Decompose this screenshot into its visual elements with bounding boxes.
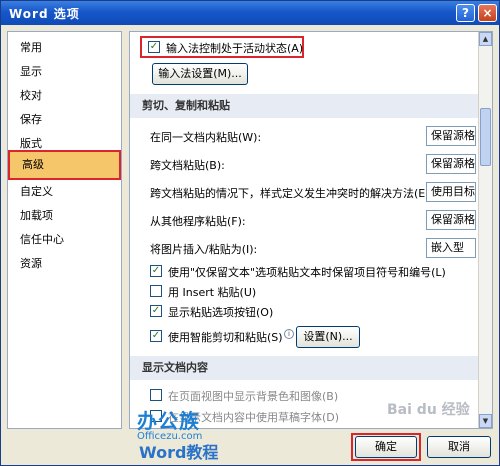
ime-checkbox[interactable]: ✓ xyxy=(148,41,160,53)
info-icon: i xyxy=(284,329,294,339)
background-color-label: 在页面视图中显示背景色和图像(B) xyxy=(168,390,339,403)
picture-paste-dropdown[interactable]: 嵌入型 xyxy=(426,238,476,258)
section-show-document-content: 显示文档内容 xyxy=(130,356,479,380)
section-cut-copy-paste: 剪切、复制和粘贴 xyxy=(130,94,479,118)
main-scrollbar[interactable]: ▲ ▼ xyxy=(478,32,492,428)
scroll-up-icon[interactable]: ▲ xyxy=(479,32,492,46)
title-bar: Word 选项 ? × xyxy=(1,1,499,25)
watermark-baidu: Bai du 经验 xyxy=(387,402,470,418)
scroll-down-icon[interactable]: ▼ xyxy=(479,414,492,428)
sidebar-item-resources[interactable]: 资源 xyxy=(8,252,121,276)
sidebar-item-customize[interactable]: 自定义 xyxy=(8,180,121,204)
advanced-options-panel: ✓ 输入法控制处于活动状态(A) 输入法设置(M)... 剪切、复制和粘贴 在同… xyxy=(129,31,493,429)
ime-checkbox-label: 输入法控制处于活动状态(A) xyxy=(166,42,304,55)
insert-paste-checkbox[interactable] xyxy=(150,285,162,297)
sidebar-item-addins[interactable]: 加载项 xyxy=(8,204,121,228)
smart-cut-paste-checkbox[interactable]: ✓ xyxy=(150,330,162,342)
smart-paste-settings-button[interactable]: 设置(N)... xyxy=(296,326,360,348)
background-color-checkbox[interactable] xyxy=(150,389,162,401)
paste-other-program-dropdown[interactable]: 保留源格式 xyxy=(426,210,476,230)
options-sidebar: 常用 显示 校对 保存 版式 高级 自定义 加载项 信任中心 资源 xyxy=(7,31,122,429)
sidebar-item-common[interactable]: 常用 xyxy=(8,36,121,60)
help-button[interactable]: ? xyxy=(456,4,475,22)
word-options-window: Word 选项 ? × 常用 显示 校对 保存 版式 高级 自定义 加载项 信任… xyxy=(0,0,500,466)
window-title: Word 选项 xyxy=(9,7,80,21)
watermark-brand-logo: 办公族 xyxy=(137,409,200,433)
cancel-button[interactable]: 取消 xyxy=(427,436,491,458)
sidebar-item-advanced[interactable]: 高级 xyxy=(8,150,121,180)
sidebar-item-proofing[interactable]: 校对 xyxy=(8,84,121,108)
paste-same-doc-label: 在同一文档内粘贴(W): xyxy=(150,131,262,144)
ime-settings-button[interactable]: 输入法设置(M)... xyxy=(152,63,248,85)
paste-cross-doc-dropdown[interactable]: 保留源格式 xyxy=(426,154,476,174)
sidebar-item-display[interactable]: 显示 xyxy=(8,60,121,84)
sidebar-item-save[interactable]: 保存 xyxy=(8,108,121,132)
smart-cut-paste-label: 使用智能剪切和粘贴(S) xyxy=(168,331,283,344)
watermark-caption: Word教程 xyxy=(139,443,219,462)
paste-other-program-label: 从其他程序粘贴(F): xyxy=(150,215,246,228)
paste-same-doc-dropdown[interactable]: 保留源格式 xyxy=(426,126,476,146)
insert-paste-label: 用 Insert 粘贴(U) xyxy=(168,286,257,299)
picture-paste-label: 将图片插入/粘贴为(I): xyxy=(150,243,258,256)
sidebar-item-trust-center[interactable]: 信任中心 xyxy=(8,228,121,252)
paste-options-checkbox[interactable]: ✓ xyxy=(150,305,162,317)
ok-button[interactable]: 确定 xyxy=(355,436,417,458)
keep-bullets-label: 使用"仅保留文本"选项粘贴文本时保留项目符号和编号(L) xyxy=(168,266,446,279)
scroll-thumb[interactable] xyxy=(480,108,491,166)
paste-cross-doc-label: 跨文档粘贴(B): xyxy=(150,159,225,172)
paste-options-label: 显示粘贴选项按钮(O) xyxy=(168,306,274,319)
keep-bullets-checkbox[interactable]: ✓ xyxy=(150,265,162,277)
paste-style-conflict-dropdown[interactable]: 使用目标样式 xyxy=(426,182,476,202)
close-button[interactable]: × xyxy=(478,4,497,22)
paste-style-conflict-label: 跨文档粘贴的情况下，样式定义发生冲突时的解决方法(E): xyxy=(150,187,434,200)
